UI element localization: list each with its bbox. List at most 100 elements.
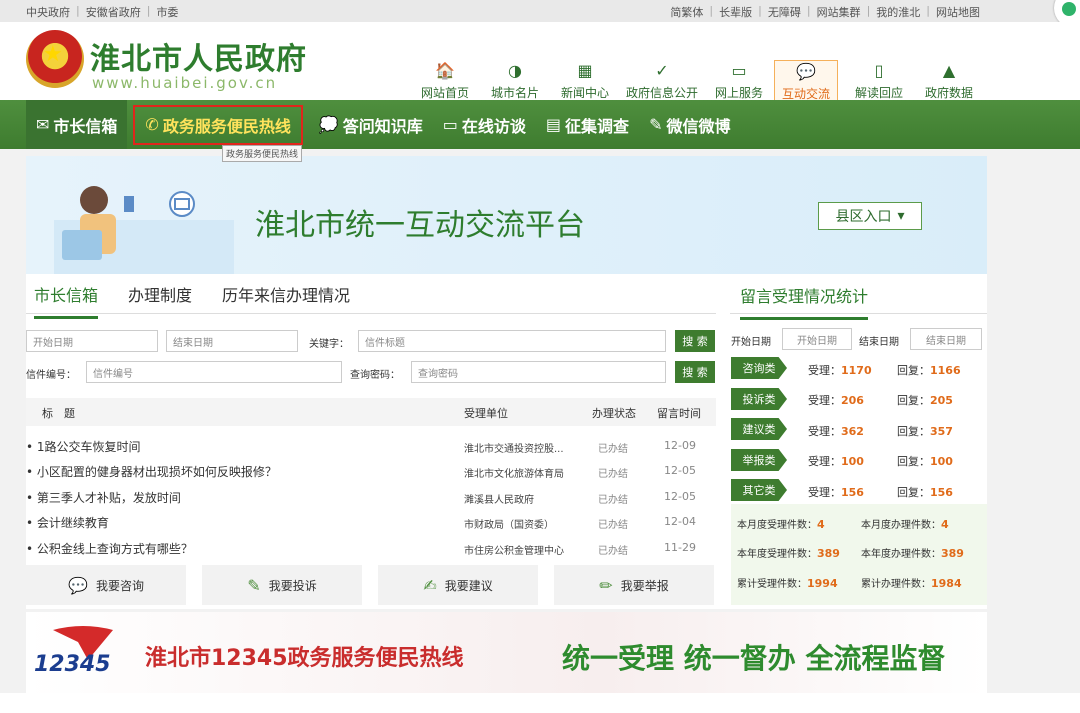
- stats-end-input[interactable]: 结束日期: [910, 328, 982, 350]
- link-site-group[interactable]: 网站集群: [817, 4, 861, 20]
- start-date-input[interactable]: 开始日期: [26, 330, 158, 352]
- summary-label: 本年度受理件数：: [737, 549, 817, 560]
- reply-label: 回复：: [897, 425, 930, 438]
- reply-value: 100: [930, 455, 953, 468]
- subnav-wechat-weibo[interactable]: ✎ 微信微博: [639, 100, 740, 149]
- subnav-mayor-mailbox[interactable]: ✉ 市长信箱: [26, 100, 128, 149]
- hotline-logo: 12345: [34, 652, 111, 677]
- table-row[interactable]: • 会计继续教育 市财政局（国资委） 已办结 12-04: [26, 510, 716, 535]
- subnav-hotline[interactable]: ✆ 政务服务便民热线: [133, 104, 303, 145]
- stat-accept: 受理：362: [808, 423, 864, 439]
- nav-label: 政府信息公开: [625, 86, 698, 100]
- row-title[interactable]: • 小区配置的健身器材出现损坏如何反映报修？: [26, 463, 277, 480]
- row-unit: 淮北市文化旅游体育局: [464, 469, 564, 480]
- stat-accept: 受理：206: [808, 392, 864, 408]
- summary-month-accept: 本月度受理件数：4: [737, 516, 825, 531]
- row-title-text: 会计继续教育: [36, 516, 109, 530]
- link-city-committee[interactable]: 市委: [156, 4, 178, 20]
- table-row[interactable]: • 1路公交车恢复时间 淮北市交通投资控股... 已办结 12-09: [26, 434, 716, 459]
- table-row[interactable]: • 小区配置的健身器材出现损坏如何反映报修？ 淮北市文化旅游体育局 已办结 12…: [26, 459, 716, 484]
- stat-category-other[interactable]: 其它类: [731, 479, 787, 501]
- stat-reply: 回复：1166: [897, 362, 961, 378]
- divider: |: [806, 4, 811, 17]
- row-unit: 市财政局（国资委）: [464, 520, 554, 531]
- stat-category-consult[interactable]: 咨询类: [731, 357, 787, 379]
- link-accessibility[interactable]: 无障碍: [768, 4, 801, 20]
- link-my-huaibei[interactable]: 我的淮北: [876, 4, 920, 20]
- summary-year-accept: 本年度受理件数：389: [737, 545, 840, 560]
- link-anhui-gov[interactable]: 安徽省政府: [86, 4, 141, 20]
- divider: [26, 313, 716, 314]
- row-status: 已办结: [598, 546, 628, 557]
- row-date: 12-04: [664, 515, 696, 528]
- subnav-interview[interactable]: ▭ 在线访谈: [433, 100, 536, 149]
- col-status: 办理状态: [592, 407, 636, 420]
- summary-value: 1984: [931, 577, 962, 590]
- speech-icon: 💭: [318, 115, 339, 134]
- stat-reply: 回复：357: [897, 423, 953, 439]
- row-title-text: 小区配置的健身器材出现损坏如何反映报修？: [36, 465, 277, 479]
- sub-nav: ✉ 市长信箱 ✆ 政务服务便民热线 💭 答问知识库 ▭ 在线访谈 ▤ 征集调查 ✎ 微信微博: [26, 100, 740, 149]
- consult-button[interactable]: 💬 我要咨询: [26, 565, 186, 605]
- subnav-survey[interactable]: ▤ 征集调查: [536, 100, 639, 149]
- row-title[interactable]: • 1路公交车恢复时间: [26, 438, 141, 455]
- stat-reply: 回复：205: [897, 392, 953, 408]
- subnav-label: 在线访谈: [461, 116, 526, 136]
- query-password-input[interactable]: 查询密码: [411, 361, 666, 383]
- table-row[interactable]: • 第三季人才补贴，发放时间 濉溪县人民政府 已办结 12-05: [26, 485, 716, 510]
- edit-icon: ✎: [649, 115, 663, 134]
- stat-category-suggestion[interactable]: 建议类: [731, 418, 787, 440]
- stat-accept: 受理：156: [808, 484, 864, 500]
- row-unit: 市住房公积金管理中心: [464, 546, 564, 557]
- reply-value: 357: [930, 425, 953, 438]
- stat-category-report[interactable]: 举报类: [731, 449, 787, 471]
- action-label: 我要建议: [444, 578, 493, 593]
- summary-label: 累计办理件数：: [861, 579, 931, 590]
- row-title[interactable]: • 第三季人才补贴，发放时间: [26, 489, 181, 506]
- row-title[interactable]: • 会计继续教育: [26, 514, 109, 531]
- report-button[interactable]: ✏ 我要举报: [554, 565, 714, 605]
- banner-title: 淮北市统一互动交流平台: [255, 208, 585, 243]
- row-date: 11-29: [664, 541, 696, 554]
- reply-label: 回复：: [897, 455, 930, 468]
- link-traditional[interactable]: 简繁体: [670, 4, 703, 20]
- password-label: 查询密码：: [350, 370, 400, 381]
- stats-start-input[interactable]: 开始日期: [782, 328, 852, 350]
- summary-value: 4: [941, 518, 949, 531]
- home-icon: 🏠: [435, 61, 455, 80]
- link-elder[interactable]: 长辈版: [719, 4, 752, 20]
- reply-value: 1166: [930, 364, 961, 377]
- link-sitemap[interactable]: 网站地图: [936, 4, 980, 20]
- letter-code-input[interactable]: 信件编号: [86, 361, 342, 383]
- accept-label: 受理：: [808, 455, 841, 468]
- stat-category-complaint[interactable]: 投诉类: [731, 388, 787, 410]
- subnav-knowledge-base[interactable]: 💭 答问知识库: [309, 100, 433, 149]
- caret-down-icon: ▾: [897, 208, 905, 224]
- subnav-label: 市长信箱: [53, 116, 118, 136]
- county-entry-button[interactable]: 县区入口 ▾: [818, 202, 922, 230]
- search-button-2[interactable]: 搜 索: [675, 361, 715, 383]
- stat-accept: 受理：100: [808, 453, 864, 469]
- row-unit: 濉溪县人民政府: [464, 495, 534, 506]
- document-icon: ▯: [874, 61, 884, 80]
- accept-value: 100: [841, 455, 864, 468]
- row-date: 12-05: [664, 490, 696, 503]
- row-title-text: 1路公交车恢复时间: [36, 440, 141, 454]
- link-central-gov[interactable]: 中央政府: [26, 4, 70, 20]
- divider: |: [866, 4, 871, 17]
- suggestion-button[interactable]: ✍ 我要建议: [378, 565, 538, 605]
- complaint-button[interactable]: ✎ 我要投诉: [202, 565, 362, 605]
- chat-icon: 💬: [68, 575, 88, 595]
- stat-accept: 受理：1170: [808, 362, 872, 378]
- keyword-input[interactable]: 信件标题: [358, 330, 666, 352]
- hotline-title: 淮北市12345政务服务便民热线: [145, 646, 464, 671]
- site-title[interactable]: 淮北市人民政府: [90, 34, 307, 78]
- search-button[interactable]: 搜 索: [675, 330, 715, 352]
- accept-label: 受理：: [808, 364, 841, 377]
- table-row[interactable]: • 公积金线上查询方式有哪些？ 市住房公积金管理中心 已办结 11-29: [26, 536, 716, 561]
- check-icon: ✓: [655, 61, 669, 80]
- subnav-label: 答问知识库: [342, 116, 423, 136]
- row-title[interactable]: • 公积金线上查询方式有哪些？: [26, 540, 193, 557]
- end-date-input[interactable]: 结束日期: [166, 330, 298, 352]
- divider: |: [926, 4, 930, 17]
